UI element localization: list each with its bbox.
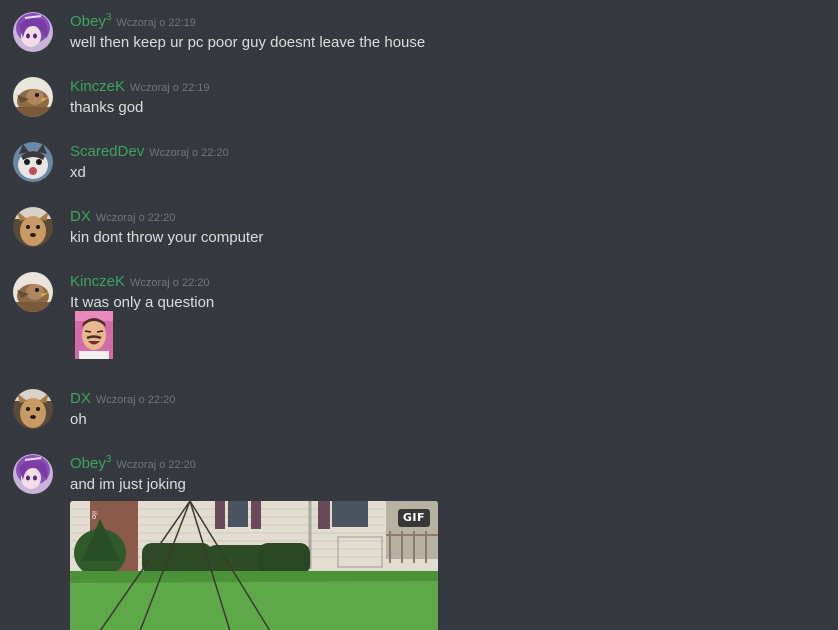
message-text: kin dont throw your computer — [70, 229, 264, 246]
bird-avatar-icon — [13, 77, 53, 117]
username[interactable]: DX — [70, 390, 91, 407]
username[interactable]: Obey3 — [70, 455, 111, 473]
message: KinczeK Wczoraj o 22:20 It was only a que… — [0, 272, 838, 372]
message-text: It was only a question — [70, 294, 215, 311]
gif-badge: GIF — [397, 509, 430, 527]
purple-hair-anime-avatar-icon — [13, 454, 53, 494]
username[interactable]: ScaredDev — [70, 143, 144, 160]
gif-image: ilo — [70, 501, 438, 630]
username[interactable]: KinczeK — [70, 273, 125, 290]
message: DX Wczoraj o 22:20 oh — [0, 389, 838, 439]
purple-hair-anime-avatar-icon — [13, 12, 53, 52]
username[interactable]: DX — [70, 208, 91, 225]
message: Obey3 Wczoraj o 22:20 and im just joking — [0, 454, 838, 630]
avatar[interactable] — [13, 12, 53, 52]
message-header: ScaredDev Wczoraj o 22:20 — [70, 142, 229, 162]
message-text: xd — [70, 164, 86, 181]
username[interactable]: KinczeK — [70, 78, 125, 95]
timestamp: Wczoraj o 22:19 — [116, 17, 196, 29]
message-text: thanks god — [70, 99, 144, 116]
timestamp: Wczoraj o 22:20 — [130, 277, 210, 289]
laughing-man-emoji-icon[interactable] — [75, 311, 113, 359]
cat-avatar-icon — [13, 142, 53, 182]
avatar[interactable] — [13, 77, 53, 117]
message-text: and im just joking — [70, 476, 186, 493]
message-text: oh — [70, 411, 87, 428]
message-header: Obey3 Wczoraj o 22:19 — [70, 12, 196, 32]
message-header: Obey3 Wczoraj o 22:20 — [70, 454, 196, 474]
timestamp: Wczoraj o 22:20 — [95, 212, 176, 224]
username[interactable]: Obey3 — [70, 13, 111, 31]
chat-messages: Obey3 Wczoraj o 22:19 well then keep ur p… — [0, 0, 838, 630]
dog-avatar-icon — [13, 207, 53, 247]
message-header: KinczeK Wczoraj o 22:20 — [70, 272, 210, 292]
avatar[interactable] — [13, 207, 53, 247]
message-header: KinczeK Wczoraj o 22:19 — [70, 77, 210, 97]
gif-embed[interactable]: ilo GIF — [70, 501, 438, 630]
message: Obey3 Wczoraj o 22:19 well then keep ur p… — [0, 12, 838, 62]
timestamp: Wczoraj o 22:20 — [95, 394, 176, 406]
svg-text:ilo: ilo — [90, 511, 98, 519]
message: KinczeK Wczoraj o 22:19 thanks god — [0, 77, 838, 127]
message-header: DX Wczoraj o 22:20 — [70, 389, 175, 409]
timestamp: Wczoraj o 22:20 — [149, 147, 229, 159]
avatar[interactable] — [13, 389, 53, 429]
timestamp: Wczoraj o 22:19 — [130, 82, 210, 94]
message: DX Wczoraj o 22:20 kin dont throw your co… — [0, 207, 838, 257]
message-text: well then keep ur pc poor guy doesnt lea… — [70, 34, 426, 51]
bird-avatar-icon — [13, 272, 53, 312]
dog-avatar-icon — [13, 389, 53, 429]
avatar[interactable] — [13, 454, 53, 494]
message: ScaredDev Wczoraj o 22:20 xd — [0, 142, 838, 192]
avatar[interactable] — [13, 272, 53, 312]
message-header: DX Wczoraj o 22:20 — [70, 207, 175, 227]
timestamp: Wczoraj o 22:20 — [116, 459, 196, 471]
avatar[interactable] — [13, 142, 53, 182]
